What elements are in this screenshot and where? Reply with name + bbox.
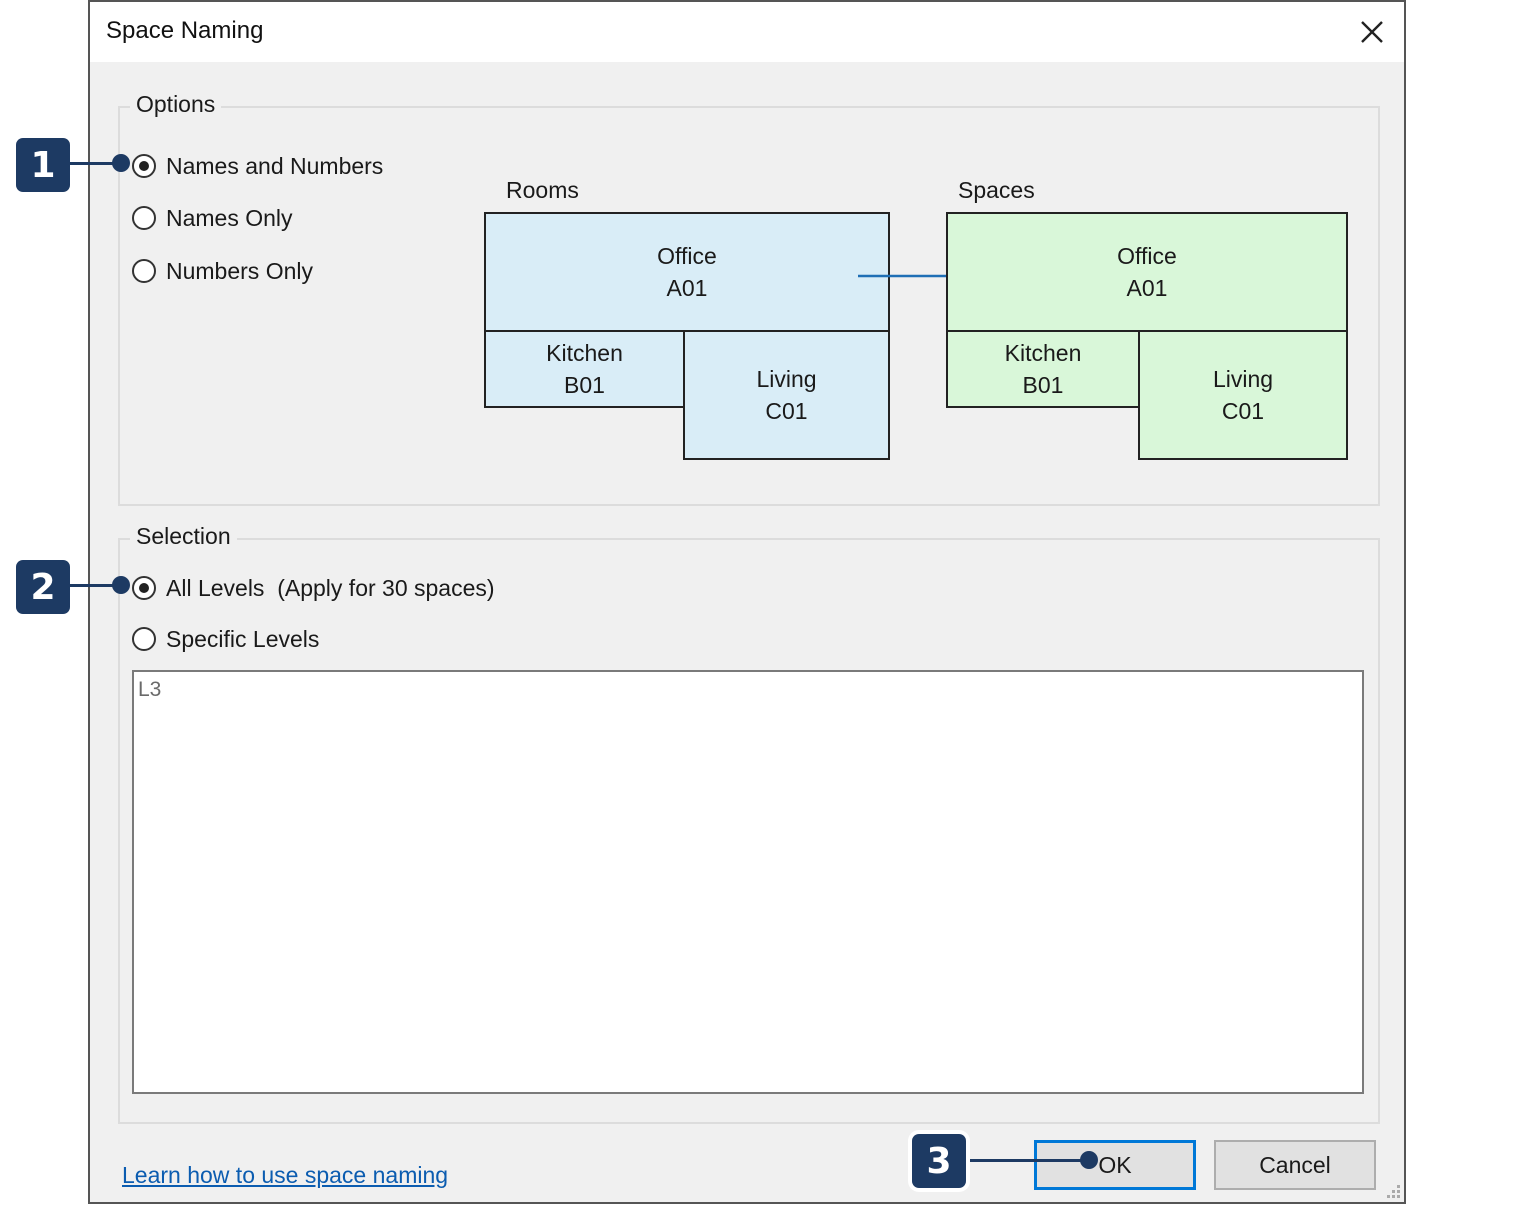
radio-numbers-only[interactable]: Numbers Only <box>132 254 313 288</box>
room-name: Office <box>657 243 717 269</box>
callout-badge-3: 3 <box>912 1134 966 1188</box>
room-name: Kitchen <box>546 340 623 366</box>
radio-button[interactable] <box>132 206 156 230</box>
space-naming-dialog: Space Naming Options Names and Numbers N… <box>88 0 1406 1204</box>
cancel-button[interactable]: Cancel <box>1214 1140 1376 1190</box>
room-number: B01 <box>564 372 605 398</box>
callout-dot-3 <box>1080 1151 1098 1169</box>
radio-button[interactable] <box>132 154 156 178</box>
space-number: B01 <box>1022 372 1064 398</box>
room-office: Office A01 <box>484 212 890 332</box>
radio-button[interactable] <box>132 259 156 283</box>
space-number: C01 <box>1221 398 1265 424</box>
radio-names-only[interactable]: Names Only <box>132 201 293 235</box>
cancel-button-label: Cancel <box>1259 1151 1331 1178</box>
room-living: Living C01 <box>683 330 890 460</box>
space-name: Kitchen <box>1004 340 1082 366</box>
radio-all-levels[interactable]: All Levels (Apply for 30 spaces) <box>132 571 495 605</box>
selection-group-label: Selection <box>130 523 237 550</box>
list-item[interactable]: L3 <box>138 678 161 702</box>
radio-names-and-numbers[interactable]: Names and Numbers <box>132 149 383 183</box>
space-kitchen: Kitchen B01 <box>946 330 1140 408</box>
room-name: Living <box>756 366 817 392</box>
spaces-title: Spaces <box>958 177 1035 203</box>
space-name: Living <box>1212 366 1274 392</box>
room-number: A01 <box>666 275 708 301</box>
close-button[interactable] <box>1352 12 1392 52</box>
callout-badge-1: 1 <box>16 138 70 192</box>
radio-button[interactable] <box>132 576 156 600</box>
ok-button-label: OK <box>1098 1151 1132 1178</box>
title-bar: Space Naming <box>90 2 1404 62</box>
room-kitchen: Kitchen B01 <box>484 330 685 408</box>
callout-line-3 <box>970 1159 1086 1162</box>
levels-listbox[interactable]: L3 <box>132 670 1364 1094</box>
radio-label: Numbers Only <box>166 257 313 284</box>
callout-dot-1 <box>112 154 130 172</box>
space-living: Living C01 <box>1138 330 1348 460</box>
room-number: C01 <box>765 398 808 424</box>
radio-label: All Levels (Apply for 30 spaces) <box>166 574 495 601</box>
close-icon <box>1361 21 1383 43</box>
radio-label: Names and Numbers <box>166 152 384 179</box>
radio-label: Names Only <box>166 204 293 231</box>
options-group-label: Options <box>130 91 222 118</box>
rooms-title: Rooms <box>506 177 579 203</box>
callout-badge-2: 2 <box>16 560 70 614</box>
dialog-title: Space Naming <box>106 17 264 44</box>
space-number: A01 <box>1126 275 1168 301</box>
radio-specific-levels[interactable]: Specific Levels <box>132 622 319 656</box>
ok-button[interactable]: OK <box>1034 1140 1196 1190</box>
callout-dot-2 <box>112 576 130 594</box>
radio-label: Specific Levels <box>166 625 320 652</box>
radio-button[interactable] <box>132 627 156 651</box>
space-name: Office <box>1117 243 1177 269</box>
space-office: Office A01 <box>946 212 1348 332</box>
help-link[interactable]: Learn how to use space naming <box>122 1162 448 1189</box>
resize-grip-icon[interactable] <box>1384 1182 1402 1200</box>
